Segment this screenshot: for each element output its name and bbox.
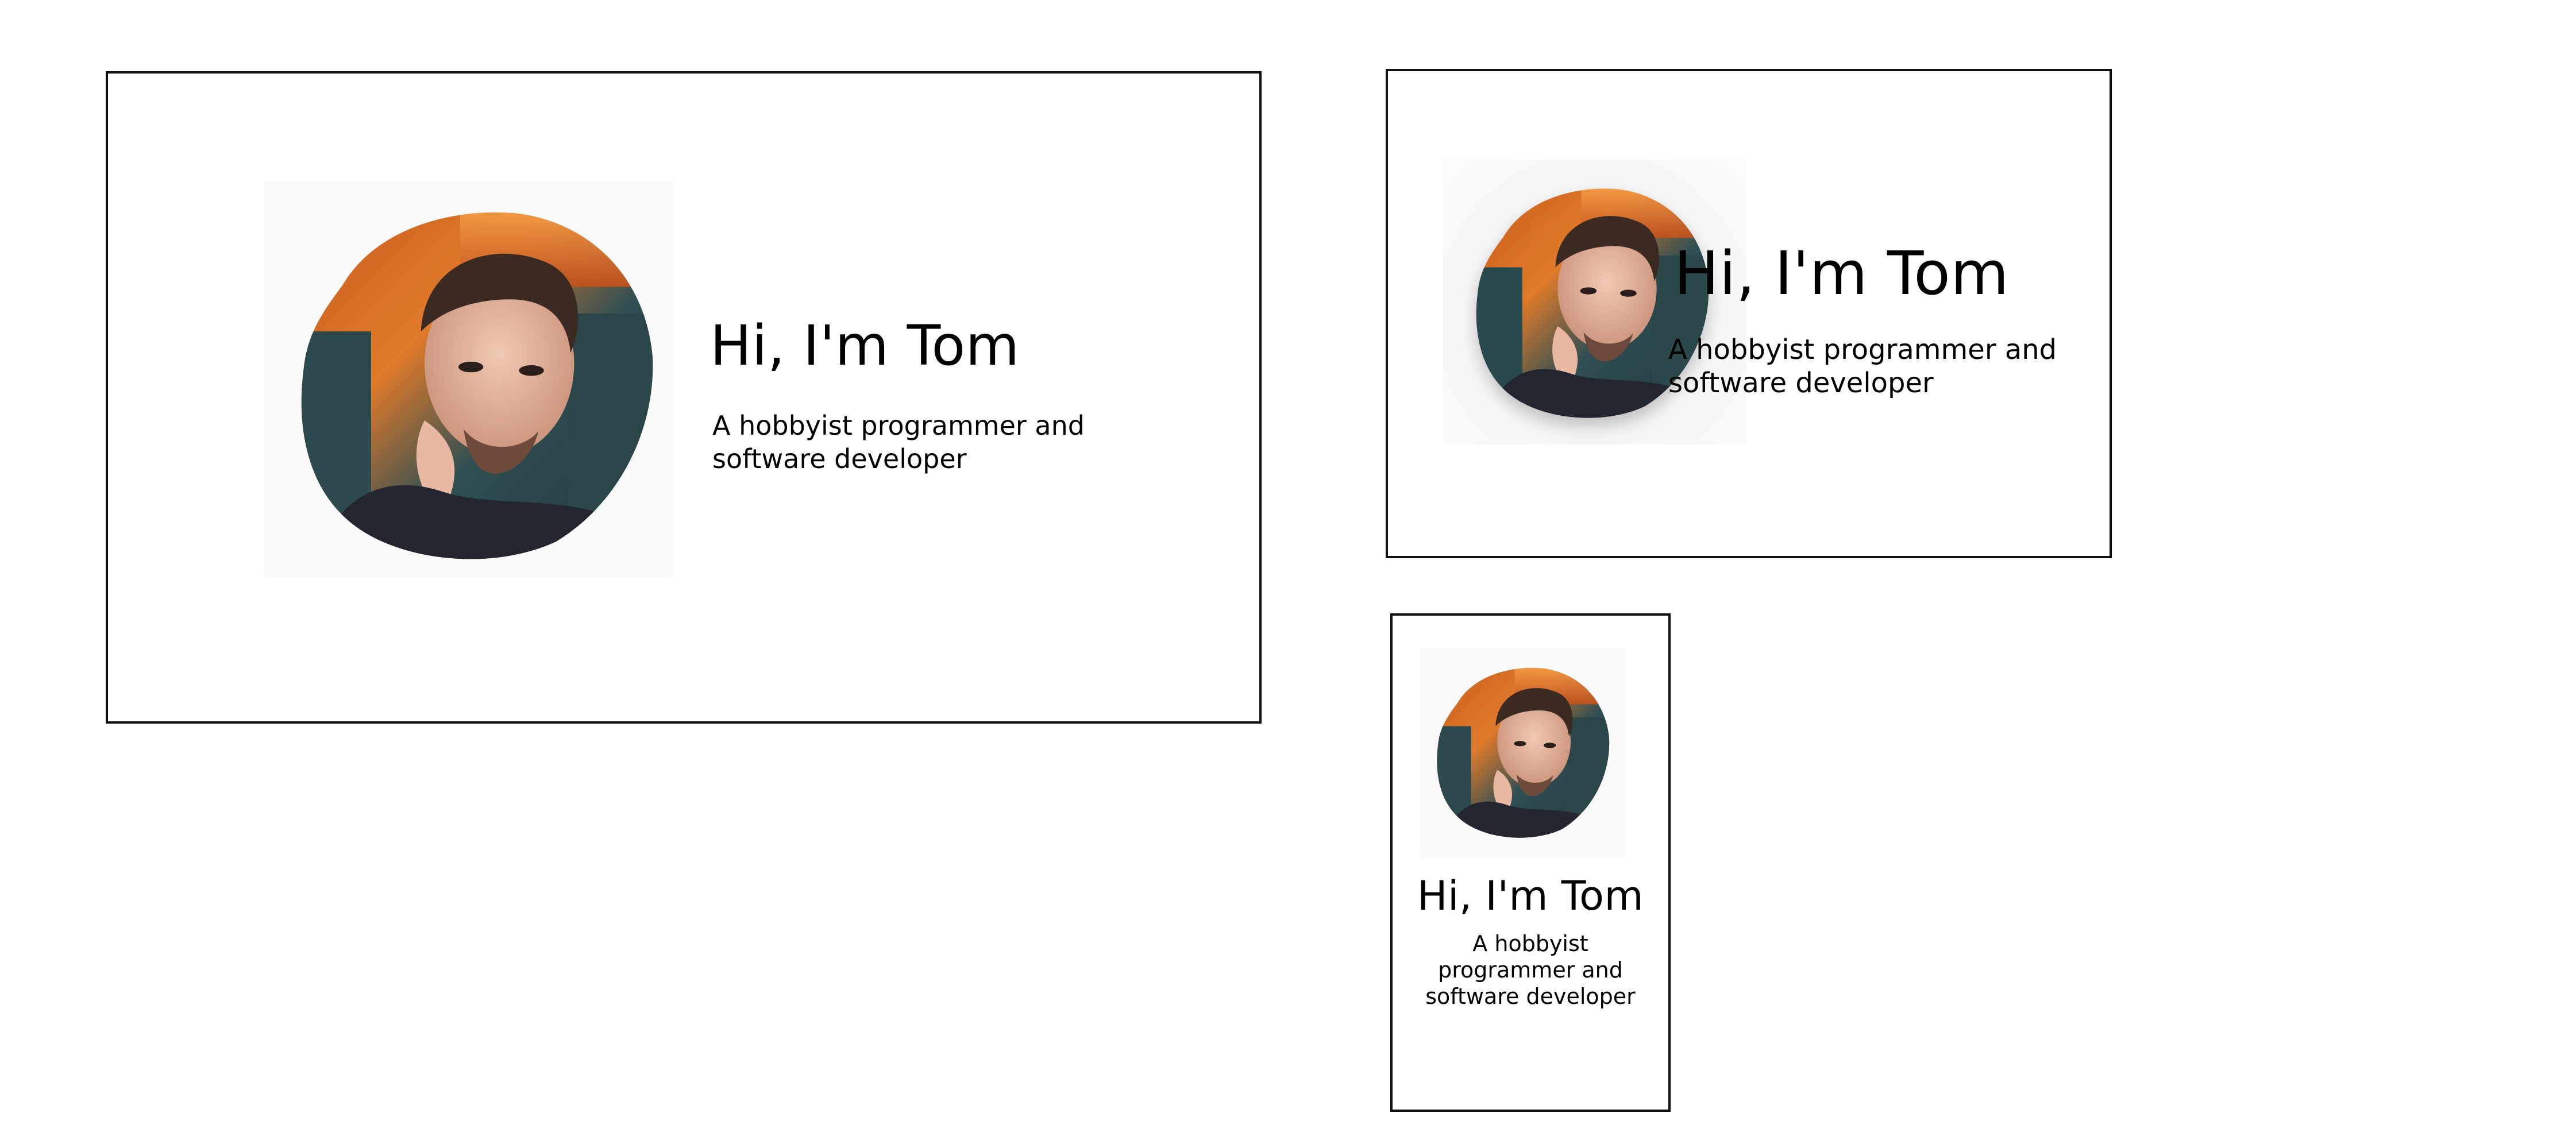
profile-card-small: Hi, I'm Tom A hobbyist programmer and so… [1390, 613, 1671, 1112]
profile-card-medium: Hi, I'm Tom A hobbyist programmer and so… [1386, 69, 2112, 558]
avatar-container [1420, 648, 1626, 858]
tagline: A hobbyist programmer and software devel… [712, 410, 1085, 474]
tagline: A hobbyist programmer and software devel… [1425, 931, 1636, 1009]
avatar-container [264, 181, 673, 578]
tagline: A hobbyist programmer and software devel… [1668, 334, 2057, 399]
page-title: Hi, I'm Tom [1674, 238, 2010, 308]
page-title: Hi, I'm Tom [710, 314, 1020, 378]
avatar [301, 212, 653, 559]
profile-card-large: Hi, I'm Tom A hobbyist programmer and so… [106, 71, 1262, 724]
page-title: Hi, I'm Tom [1417, 872, 1644, 919]
canvas: Hi, I'm Tom A hobbyist programmer and so… [0, 0, 2576, 1144]
avatar [1437, 667, 1610, 838]
